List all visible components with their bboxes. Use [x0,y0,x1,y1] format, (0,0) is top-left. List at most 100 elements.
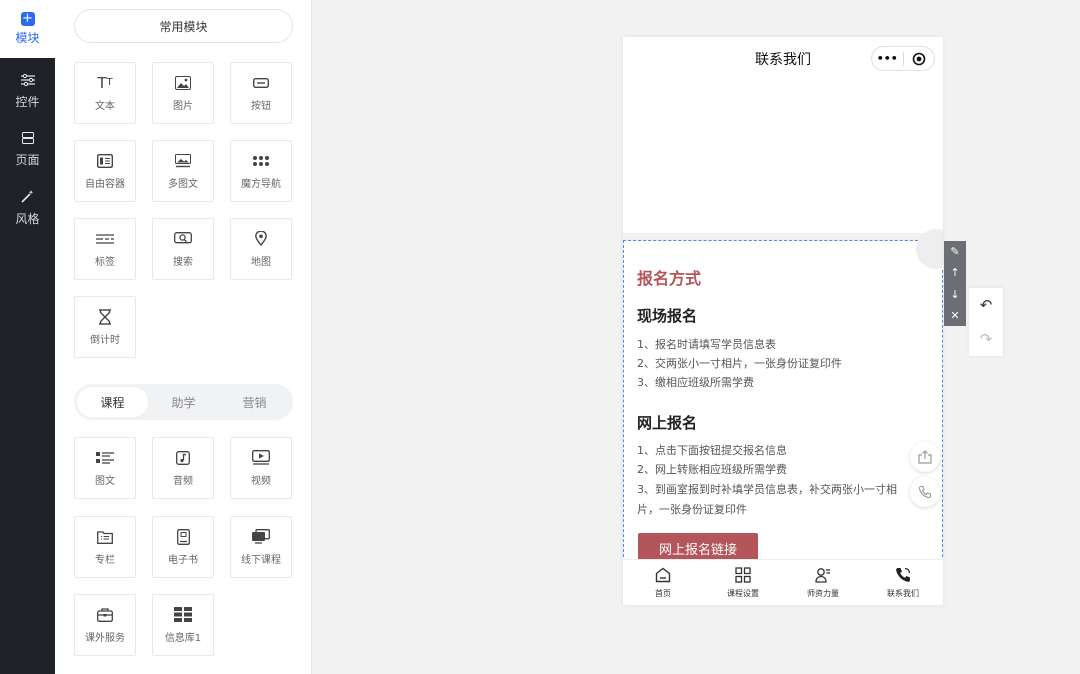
onsite-line: 2、交两张小一寸相片，一张身份证复印件 [637,357,842,370]
online-line: 1、点击下面按钮提交报名信息 [637,444,787,457]
tile-article[interactable]: 图文 [74,437,136,499]
tile-offline-course[interactable]: 线下课程 [230,516,292,578]
mini-program-capsule: ••• [871,46,935,71]
tile-label: 信息库1 [164,632,202,644]
tile-label: 电子书 [168,554,198,566]
page-title: 联系我们 [755,52,811,68]
delete-icon[interactable]: ✕ [944,305,966,326]
grid-dots-icon [252,153,270,169]
tile-label: 自由容器 [85,178,125,190]
phone-preview: 联系我们 ••• 报名方式 现场报名 1、报名时请填写学员信息表 2、交两张小一… [623,37,943,605]
tab-home[interactable]: 首页 [623,560,703,605]
phone-icon [895,567,911,587]
more-icon[interactable]: ••• [872,52,903,65]
tile-label: 专栏 [95,554,115,566]
block-edit-toolbar: ✎ ↑ ↓ ✕ [944,241,966,326]
tile-label: 搜索 [173,256,193,268]
rail-item-label: 页面 [15,153,40,167]
online-title: 网上报名 [637,414,698,432]
tile-button[interactable]: 按钮 [230,62,292,124]
rail-item-label: 风格 [15,211,40,226]
rail-item-pages[interactable]: 页面 [0,121,55,179]
online-line: 3、到画室报到时补填学员信息表，补交两张小一寸相 [637,483,897,496]
plus-square-icon: + [20,11,35,26]
home-icon [655,567,671,587]
column-icon [96,529,114,545]
tile-label: 按钮 [251,100,271,112]
phone-nav-bar: 联系我们 ••• [623,37,943,81]
move-up-icon[interactable]: ↑ [944,262,966,283]
call-icon[interactable] [910,477,940,507]
tab-contact-us[interactable]: 联系我们 [863,560,943,605]
audio-icon [174,450,192,466]
tile-label: 图片 [173,100,193,112]
tile-text[interactable]: TT 文本 [74,62,136,124]
decorative-circle [916,229,943,269]
article-icon [96,450,114,466]
magic-wand-icon [21,189,34,207]
pages-icon [21,132,34,148]
share-icon[interactable] [910,442,940,472]
category-segment: 课程 助学 营销 [74,384,293,420]
segment-study-aid[interactable]: 助学 [148,387,219,417]
search-icon [174,231,192,247]
tab-teachers[interactable]: 师资力量 [783,560,863,605]
segment-marketing[interactable]: 营销 [219,387,290,417]
service-box-icon [96,607,114,623]
left-rail: + 模块 控件 页面 风格 [0,0,55,674]
tile-label: 课外服务 [85,632,125,644]
teacher-icon [815,567,831,587]
tab-label: 课程设置 [727,588,759,598]
database-icon [174,607,192,623]
tile-extra-service[interactable]: 课外服务 [74,594,136,656]
section-title: 报名方式 [637,269,702,288]
component-panel: 常用模块 TT 文本 图片 按钮 自由容器 多图文 魔方导航 标签 搜索 地图 … [55,0,312,674]
tile-label: 地图 [251,256,271,268]
move-down-icon[interactable]: ↓ [944,284,966,305]
tile-search[interactable]: 搜索 [152,218,214,280]
grid-icon [735,566,751,587]
image-icon [174,75,192,91]
redo-icon[interactable]: ↷ [969,322,1003,356]
tile-column[interactable]: 专栏 [74,516,136,578]
segment-course[interactable]: 课程 [77,387,148,417]
undo-icon[interactable]: ↶ [969,288,1003,322]
tile-tag[interactable]: 标签 [74,218,136,280]
tile-label: 线下课程 [241,554,281,566]
tile-image[interactable]: 图片 [152,62,214,124]
tile-label: 魔方导航 [241,178,281,190]
tile-video[interactable]: 视频 [230,437,292,499]
online-line: 片，一张身份证复印件 [637,503,747,516]
tile-map[interactable]: 地图 [230,218,292,280]
tile-multi-image[interactable]: 多图文 [152,140,214,202]
button-icon [252,75,270,91]
multi-image-icon [174,153,192,169]
tab-label: 师资力量 [807,588,839,598]
online-line: 2、网上转账相应班级所需学费 [637,463,787,476]
tile-database[interactable]: 信息库1 [152,594,214,656]
tile-ebook[interactable]: 电子书 [152,516,214,578]
history-controls: ↶ ↷ [969,288,1003,356]
map-pin-icon [252,231,270,247]
close-target-icon[interactable] [904,52,935,66]
tag-icon [96,231,114,247]
offline-course-icon [252,529,270,545]
tile-countdown[interactable]: 倒计时 [74,296,136,358]
tile-audio[interactable]: 音频 [152,437,214,499]
hourglass-icon [96,308,114,325]
rail-item-style[interactable]: 风格 [0,179,55,237]
sliders-icon [20,73,35,90]
selected-rich-text-block[interactable]: 报名方式 现场报名 1、报名时请填写学员信息表 2、交两张小一寸相片，一张身份证… [623,229,943,563]
ebook-icon [174,528,192,545]
rail-item-controls[interactable]: 控件 [0,63,55,121]
tile-label: 视频 [251,475,271,487]
rail-item-modules[interactable]: + 模块 [0,0,55,58]
tab-course-settings[interactable]: 课程设置 [703,560,783,605]
tab-label: 联系我们 [887,588,919,598]
pencil-icon[interactable]: ✎ [944,241,966,262]
rail-item-label: 控件 [15,95,40,109]
tile-container[interactable]: 自由容器 [74,140,136,202]
tile-grid-nav[interactable]: 魔方导航 [230,140,292,202]
common-modules-tab[interactable]: 常用模块 [74,9,293,43]
tile-label: 图文 [95,475,115,487]
